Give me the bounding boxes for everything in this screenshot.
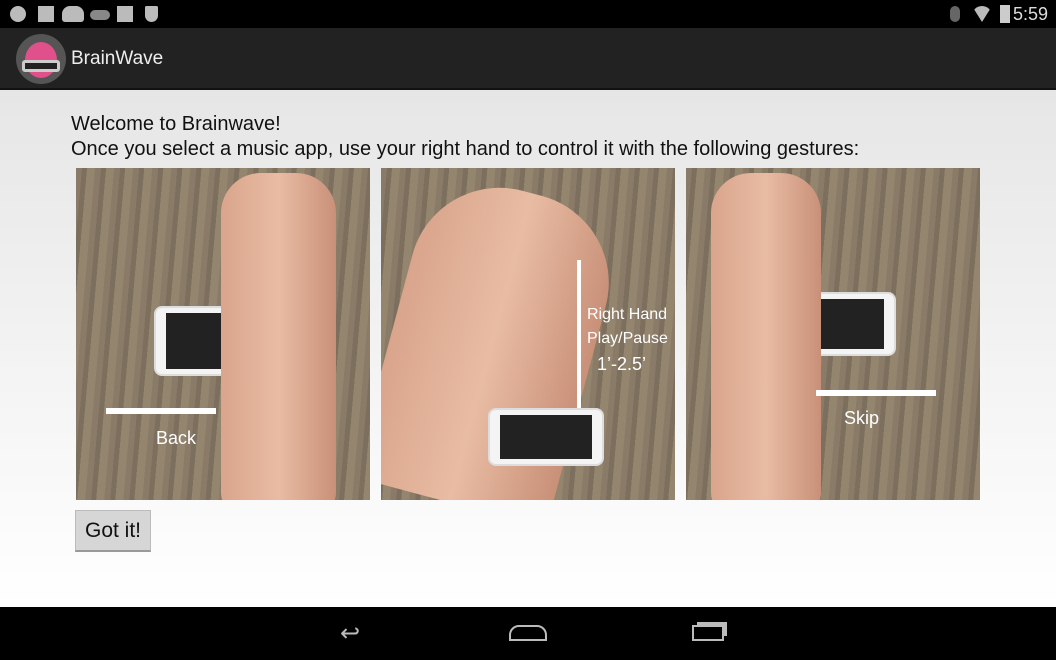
status-bar: 5:59 <box>0 0 1056 28</box>
hand <box>711 173 821 500</box>
back-nav-button[interactable]: ↩ <box>328 619 372 647</box>
navigation-bar: ↩ <box>0 607 1056 660</box>
bluetooth-icon <box>950 6 960 22</box>
right-hand-label: Right Hand <box>587 306 668 323</box>
action-bar: BrainWave <box>0 28 1056 90</box>
gesture-back-image: Back <box>76 168 370 500</box>
right-arrow-icon <box>816 390 936 396</box>
back-label: Back <box>156 428 197 448</box>
app-title: BrainWave <box>71 48 164 69</box>
home-icon <box>509 625 547 641</box>
got-it-button[interactable]: Got it! <box>75 510 151 552</box>
hand <box>221 173 336 500</box>
left-arrow-icon <box>106 408 216 414</box>
welcome-text: Welcome to Brainwave! <box>71 113 281 135</box>
distance-line <box>577 260 581 408</box>
wifi-icon <box>972 6 992 22</box>
gesture-play-pause-image: Right Hand Play/Pause 1’-2.5’ <box>381 168 675 500</box>
recent-apps-icon <box>692 625 724 641</box>
play-pause-label: Play/Pause <box>587 330 668 347</box>
battery-icon <box>1000 5 1010 23</box>
clock: 5:59 <box>1012 4 1048 24</box>
home-nav-button[interactable] <box>506 619 550 647</box>
check-cloud-icon <box>10 6 26 22</box>
content: Welcome to Brainwave! Once you select a … <box>0 90 1056 607</box>
cloud-upload-icon <box>62 6 84 22</box>
app-logo[interactable] <box>16 34 66 84</box>
instructions-text: Once you select a music app, use your ri… <box>71 138 860 160</box>
distance-label: 1’-2.5’ <box>597 354 647 374</box>
shield-alert-icon <box>145 6 158 22</box>
recent-apps-nav-button[interactable] <box>686 619 730 647</box>
phone <box>488 408 604 466</box>
shopping-bag-check-icon <box>117 6 133 22</box>
image-icon <box>38 6 54 22</box>
intro-text: Welcome to Brainwave! Once you select a … <box>71 112 859 162</box>
gesture-skip-image: Skip <box>686 168 980 500</box>
skip-label: Skip <box>844 408 880 428</box>
cloud-icon <box>90 10 110 20</box>
